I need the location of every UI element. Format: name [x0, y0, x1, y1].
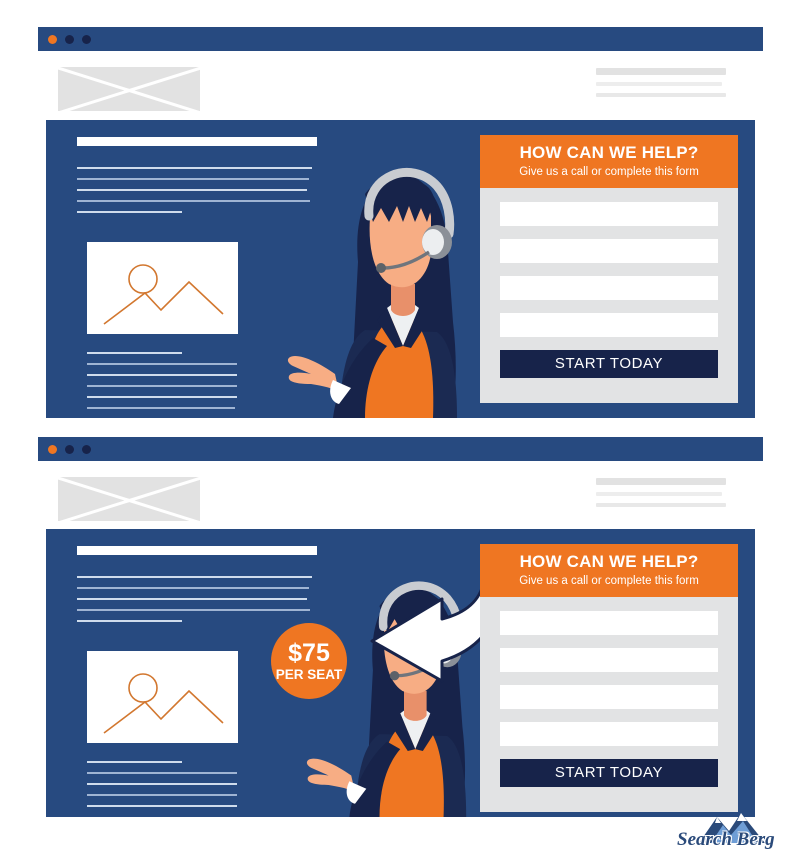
contact-form-card: HOW CAN WE HELP? Give us a call or compl…: [480, 135, 738, 403]
badge-price: $75: [288, 638, 330, 667]
nav-placeholder: [596, 68, 726, 104]
body-line: [87, 761, 182, 763]
window-dot-maximize-icon[interactable]: [82, 35, 91, 44]
start-today-button[interactable]: START TODAY: [500, 759, 718, 788]
form-fields: START TODAY: [480, 188, 738, 379]
body-line: [77, 211, 182, 213]
body-line: [87, 407, 235, 409]
headline-placeholder: [77, 546, 317, 555]
body-line: [87, 772, 237, 774]
form-input-3[interactable]: [500, 276, 718, 301]
nav-line: [596, 93, 726, 97]
logo-placeholder-icon: [50, 64, 208, 117]
window-dot-close-icon[interactable]: [48, 35, 57, 44]
nav-line: [596, 82, 722, 86]
body-line: [87, 385, 237, 387]
browser-panel-before: HOW CAN WE HELP? Give us a call or compl…: [0, 0, 801, 425]
nav-line: [596, 503, 726, 507]
browser-panel-after: $75 PER SEAT HOW CAN WE HELP? Give us a …: [0, 425, 801, 825]
nav-placeholder: [596, 478, 726, 514]
screenshot-canvas: HOW CAN WE HELP? Give us a call or compl…: [0, 0, 801, 861]
start-today-button[interactable]: START TODAY: [500, 350, 718, 379]
browser-title-bar: [38, 27, 763, 51]
form-input-3[interactable]: [500, 685, 718, 710]
form-fields: START TODAY: [480, 597, 738, 788]
body-line: [77, 620, 182, 622]
photo-placeholder-icon: [103, 264, 224, 325]
form-subtitle: Give us a call or complete this form: [519, 574, 699, 587]
body-line: [87, 374, 237, 376]
price-badge: $75 PER SEAT: [271, 623, 347, 699]
form-input-2[interactable]: [500, 239, 718, 264]
form-title: HOW CAN WE HELP?: [519, 143, 699, 162]
form-header: HOW CAN WE HELP? Give us a call or compl…: [480, 544, 738, 598]
form-input-4[interactable]: [500, 722, 718, 747]
hero-section: HOW CAN WE HELP? Give us a call or compl…: [46, 120, 755, 418]
form-input-1[interactable]: [500, 202, 718, 227]
body-line: [87, 783, 237, 785]
window-dot-close-icon[interactable]: [48, 445, 57, 454]
image-placeholder: [87, 242, 238, 334]
form-input-1[interactable]: [500, 611, 718, 636]
image-placeholder: [87, 651, 238, 743]
body-line: [87, 805, 237, 807]
form-header: HOW CAN WE HELP? Give us a call or compl…: [480, 135, 738, 189]
logo-placeholder-icon: [50, 474, 208, 527]
body-line: [87, 396, 237, 398]
body-line: [87, 363, 237, 365]
nav-line: [596, 492, 722, 496]
nav-line: [596, 68, 726, 75]
window-dot-minimize-icon[interactable]: [65, 445, 74, 454]
nav-line: [596, 478, 726, 485]
badge-unit: PER SEAT: [275, 666, 343, 682]
photo-placeholder-icon: [103, 673, 224, 734]
browser-title-bar: [38, 437, 763, 461]
window-controls: [48, 35, 91, 44]
contact-form-card: HOW CAN WE HELP? Give us a call or compl…: [480, 544, 738, 812]
form-input-4[interactable]: [500, 313, 718, 338]
window-dot-maximize-icon[interactable]: [82, 445, 91, 454]
form-input-2[interactable]: [500, 648, 718, 673]
window-dot-minimize-icon[interactable]: [65, 35, 74, 44]
body-line: [87, 794, 237, 796]
body-line: [77, 598, 307, 600]
window-controls: [48, 445, 91, 454]
form-subtitle: Give us a call or complete this form: [519, 165, 699, 178]
watermark-logo: Search Berg: [669, 809, 795, 857]
body-line: [87, 352, 182, 354]
hero-section: $75 PER SEAT HOW CAN WE HELP? Give us a …: [46, 529, 755, 817]
watermark-text: Search Berg: [677, 829, 775, 850]
form-title: HOW CAN WE HELP?: [519, 552, 699, 571]
